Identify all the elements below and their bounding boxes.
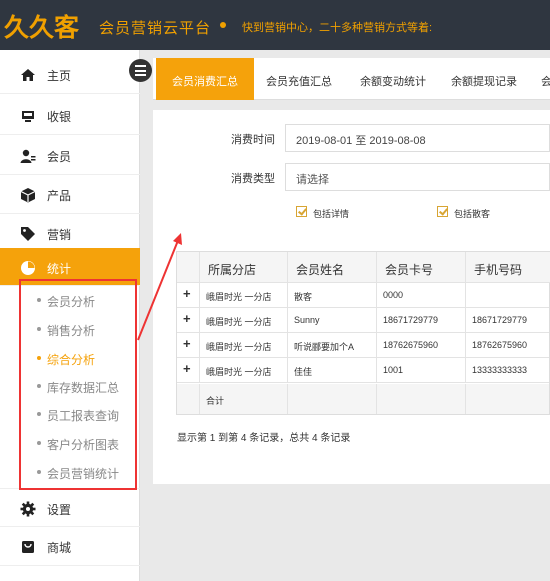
sidebar-toggle-button[interactable] bbox=[129, 59, 152, 82]
sidebar-item-member[interactable]: 会员 bbox=[0, 136, 140, 175]
sidebar-item-home[interactable]: 主页 bbox=[0, 55, 140, 94]
marquee-bullet bbox=[220, 22, 226, 28]
data-table: 所属分店 会员姓名 会员卡号 手机号码 + 峨眉时光 一分店 散客 0000 +… bbox=[176, 251, 550, 415]
card-number-cell: 18762675960 bbox=[377, 333, 466, 357]
gear-icon bbox=[20, 501, 36, 517]
member-name-cell: 散客 bbox=[288, 283, 377, 307]
column-header-store[interactable]: 所属分店 bbox=[200, 252, 288, 283]
member-name-cell: Sunny bbox=[288, 308, 377, 332]
column-header-card-number[interactable]: 会员卡号 bbox=[377, 252, 466, 283]
date-range-input[interactable]: 2019-08-01 至 2019-08-08 bbox=[285, 124, 550, 152]
cash-register-icon bbox=[22, 111, 34, 122]
column-header-phone[interactable]: 手机号码 bbox=[466, 252, 550, 283]
sidebar-item-label: 营销 bbox=[47, 228, 72, 242]
pagination-info: 显示第 1 到第 4 条记录，总共 4 条记录 bbox=[177, 433, 351, 444]
store-cell: 峨眉时光 一分店 bbox=[200, 283, 288, 307]
include-guest-checkbox[interactable] bbox=[437, 206, 448, 217]
table-summary-row: 合计 bbox=[177, 384, 549, 414]
summary-spacer bbox=[177, 384, 200, 414]
phone-cell: 18671729779 bbox=[472, 315, 528, 325]
annotation-arrow bbox=[137, 233, 182, 341]
sidebar-item-label: 统计 bbox=[47, 262, 72, 276]
phone-cell bbox=[466, 283, 549, 307]
phone-cell: 18762675960 bbox=[472, 340, 528, 350]
card-number-cell: 0000 bbox=[377, 283, 466, 307]
tab-balance-change-stats[interactable]: 余额变动统计 bbox=[349, 58, 437, 100]
column-header-member-name[interactable]: 会员姓名 bbox=[288, 252, 377, 283]
type-select[interactable]: 请选择 bbox=[285, 163, 550, 191]
type-label: 消费类型 bbox=[231, 173, 275, 185]
box-icon bbox=[20, 188, 36, 203]
sidebar-item-label: 收银 bbox=[47, 110, 72, 124]
summary-label: 合计 bbox=[200, 384, 288, 414]
top-bar: 久久客 会员营销云平台 快到营销中心，二十多种营销方式等着: bbox=[0, 0, 550, 50]
logo: 久久客 bbox=[4, 13, 79, 42]
sidebar-item-label: 会员 bbox=[47, 150, 72, 164]
expand-row-button[interactable]: + bbox=[177, 358, 200, 382]
home-icon bbox=[21, 69, 35, 81]
table-row: + 峨眉时光 一分店 散客 0000 bbox=[177, 283, 549, 308]
member-icon bbox=[20, 149, 36, 163]
pie-chart-icon bbox=[21, 261, 35, 275]
member-name-cell: 佳佳 bbox=[288, 358, 377, 382]
card-number-cell: 18671729779 bbox=[377, 308, 466, 332]
sidebar-item-label: 设置 bbox=[47, 503, 72, 517]
store-cell: 峨眉时光 一分店 bbox=[200, 308, 288, 332]
sidebar-item-shop[interactable]: 商城 bbox=[0, 527, 140, 566]
tab-balance-withdraw-records[interactable]: 余额提现记录 bbox=[442, 58, 526, 100]
sidebar-item-product[interactable]: 产品 bbox=[0, 175, 140, 214]
sidebar-item-cashier[interactable]: 收银 bbox=[0, 96, 140, 135]
table-row: + 峨眉时光 一分店 佳佳 1001 13333333333 bbox=[177, 358, 549, 383]
include-detail-label: 包括详情 bbox=[313, 209, 350, 219]
tab-member-consumption-summary[interactable]: 会员消费汇总 bbox=[156, 58, 254, 100]
tab-more[interactable]: 会 bbox=[541, 58, 550, 100]
store-cell: 峨眉时光 一分店 bbox=[200, 358, 288, 382]
time-label: 消费时间 bbox=[231, 134, 275, 146]
tag-icon bbox=[21, 227, 35, 241]
tab-member-recharge-summary[interactable]: 会员充值汇总 bbox=[256, 58, 342, 100]
summary-cell bbox=[377, 384, 466, 414]
table-row: + 峨眉时光 一分店 Sunny 18671729779 18671729779 bbox=[177, 308, 549, 333]
annotation-highlight-box bbox=[19, 279, 137, 490]
sidebar-item-label: 产品 bbox=[47, 189, 72, 203]
tab-bar: 会员消费汇总 会员充值汇总 余额变动统计 余额提现记录 会 bbox=[153, 58, 550, 100]
table-row: + 峨眉时光 一分店 听说郦要加个A 18762675960 187626759… bbox=[177, 333, 549, 358]
sidebar-item-settings[interactable]: 设置 bbox=[0, 488, 140, 527]
marquee-notice[interactable]: 快到营销中心，二十多种营销方式等着: bbox=[242, 19, 432, 35]
card-number-cell: 1001 bbox=[377, 358, 466, 382]
phone-cell: 13333333333 bbox=[472, 365, 528, 375]
summary-cell bbox=[466, 384, 549, 414]
app-title: 会员营销云平台 bbox=[99, 20, 212, 37]
sidebar-item-label: 商城 bbox=[47, 541, 72, 555]
svg-text:久久客: 久久客 bbox=[4, 13, 79, 42]
page-background bbox=[153, 492, 550, 581]
member-name-cell: 听说郦要加个A bbox=[288, 333, 377, 357]
include-guest-label: 包括散客 bbox=[454, 209, 491, 219]
include-detail-checkbox[interactable] bbox=[296, 206, 307, 217]
store-cell: 峨眉时光 一分店 bbox=[200, 333, 288, 357]
summary-cell bbox=[288, 384, 377, 414]
shop-icon bbox=[22, 541, 34, 553]
sidebar-item-label: 主页 bbox=[47, 69, 72, 83]
